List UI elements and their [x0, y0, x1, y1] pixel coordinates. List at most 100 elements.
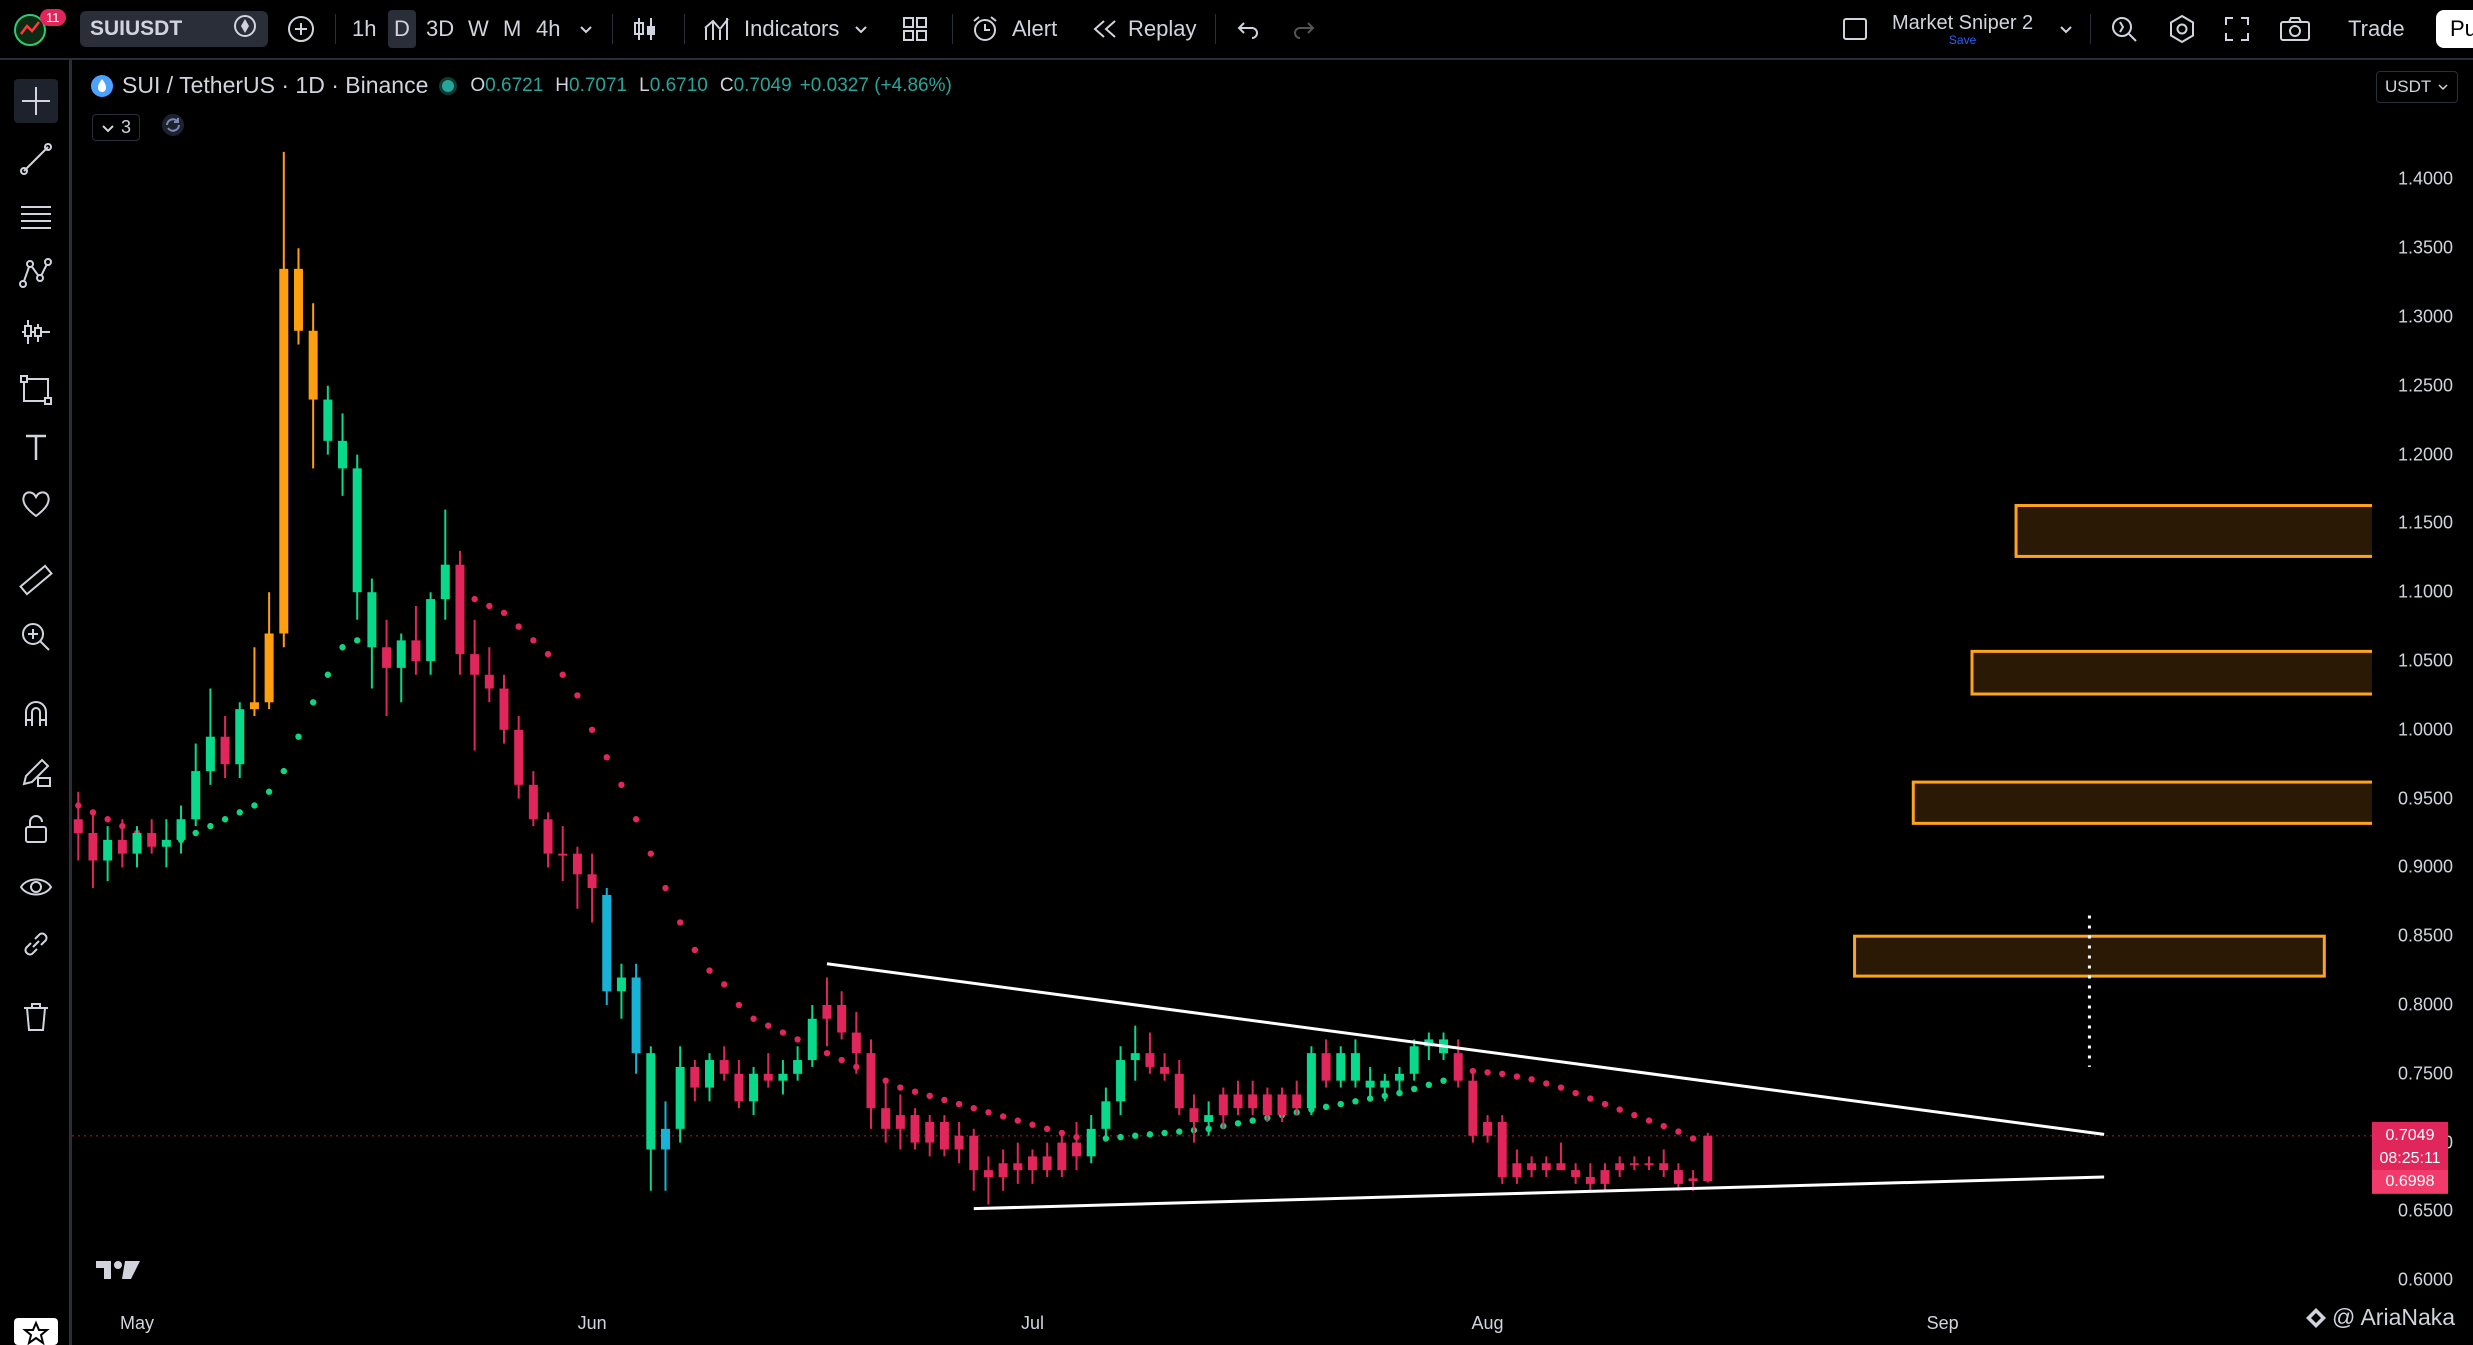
camera-icon[interactable]	[2278, 0, 2312, 58]
forecast-tool-icon[interactable]	[14, 310, 58, 354]
interval-w[interactable]: W	[468, 0, 489, 58]
magnet-icon[interactable]	[14, 692, 58, 736]
psar-dot	[1117, 1133, 1124, 1141]
candle-body	[778, 1073, 788, 1081]
psar-dot	[1543, 1080, 1550, 1087]
trash-icon[interactable]	[14, 995, 58, 1039]
lock-icon[interactable]	[14, 807, 58, 851]
publish-button[interactable]: Pu	[2436, 0, 2473, 58]
chart-type-candles-icon[interactable]	[630, 0, 660, 58]
price-tick-label: 1.2500	[2397, 375, 2453, 396]
psar-dot	[265, 788, 273, 795]
candle-body	[1204, 1115, 1214, 1122]
psar-dot	[1058, 1129, 1066, 1137]
psar-dot	[1410, 1085, 1418, 1093]
layout-chevron-down-icon[interactable]	[2058, 0, 2074, 58]
candle	[1394, 1066, 1404, 1095]
zoom-in-icon[interactable]	[14, 615, 58, 659]
candle-body	[1262, 1094, 1272, 1116]
candle	[1497, 1115, 1507, 1184]
rectangle-tool-icon[interactable]	[14, 368, 58, 412]
interval-4h[interactable]: 4h	[536, 0, 560, 58]
interval-1h[interactable]: 1h	[352, 0, 376, 58]
pencil-lock-icon[interactable]	[14, 750, 58, 794]
psar-dot	[603, 754, 610, 761]
interval-3d[interactable]: 3D	[426, 0, 454, 58]
layout-name-button[interactable]: Market Sniper 2 Save	[1892, 0, 2033, 58]
indicators-toggle[interactable]: 3	[92, 112, 186, 143]
replay-button[interactable]: Replay	[1090, 0, 1196, 58]
indicators-button[interactable]: Indicators	[702, 0, 869, 58]
chevron-down-icon	[2438, 84, 2448, 91]
candle-body	[1306, 1053, 1316, 1109]
candle-body	[1541, 1163, 1551, 1171]
candle-body	[293, 268, 303, 331]
interval-d[interactable]: D	[388, 0, 416, 58]
candle-body	[1013, 1163, 1023, 1171]
alert-button[interactable]: Alert	[970, 0, 1057, 58]
trendline-tool-icon[interactable]	[14, 137, 58, 181]
price-tick-label: 1.4000	[2397, 168, 2453, 189]
psar-dot	[530, 637, 537, 644]
fib-tool-icon[interactable]	[14, 195, 58, 239]
settings-gear-icon[interactable]	[2166, 0, 2198, 58]
candle-body	[910, 1115, 920, 1143]
add-symbol-icon[interactable]	[286, 0, 316, 58]
tradingview-logo	[94, 1258, 142, 1287]
candle-body	[235, 709, 245, 765]
symbol-search[interactable]: SUIUSDT	[80, 0, 268, 58]
interval-dropdown-icon[interactable]	[578, 0, 594, 58]
psar-dot	[794, 1036, 801, 1043]
price-chart[interactable]	[72, 60, 2372, 1345]
candle-body	[558, 853, 568, 856]
link-icon[interactable]	[14, 922, 58, 966]
candle-body	[675, 1066, 685, 1129]
redo-icon[interactable]	[1290, 0, 1318, 58]
candle-body	[1629, 1163, 1639, 1166]
ruler-icon[interactable]	[14, 558, 58, 602]
candle	[1145, 1032, 1155, 1074]
pattern-tool-icon[interactable]	[14, 252, 58, 296]
compare-icon[interactable]	[232, 13, 258, 45]
candle	[514, 716, 524, 799]
psar-dot	[309, 699, 317, 706]
chevron-down-icon	[102, 124, 114, 132]
refresh-icon[interactable]	[160, 112, 186, 143]
text-tool-icon[interactable]	[14, 425, 58, 469]
layouts-grid-icon[interactable]	[900, 0, 930, 58]
layout-checkbox-icon[interactable]	[1840, 0, 1870, 58]
bar-countdown: 08:25:11	[2379, 1149, 2441, 1167]
candle-body	[1145, 1053, 1155, 1067]
crosshair-tool-icon[interactable]	[14, 79, 58, 123]
heart-icon[interactable]	[14, 482, 58, 526]
time-tick-label: Jul	[1020, 1313, 1044, 1333]
candle	[851, 1011, 861, 1074]
psar-dot	[324, 671, 332, 678]
candle-body	[1218, 1094, 1228, 1116]
target-zone-2	[1970, 649, 2372, 696]
currency-select[interactable]: USDT	[2376, 71, 2458, 103]
quick-search-icon[interactable]	[2108, 0, 2140, 58]
candle	[338, 413, 348, 496]
eye-icon[interactable]	[14, 865, 58, 909]
candle	[910, 1108, 920, 1150]
last-price-badge: 0.7049 08:25:11 0.6998	[2372, 1122, 2448, 1194]
candle-body	[367, 592, 377, 648]
candle-body	[1527, 1163, 1537, 1171]
candle-body	[264, 633, 274, 703]
interval-m[interactable]: M	[503, 0, 521, 58]
time-tick-label: Jun	[577, 1313, 607, 1333]
candle	[1336, 1046, 1346, 1088]
candle-body	[1365, 1080, 1375, 1088]
psar-dot	[1499, 1070, 1506, 1078]
fullscreen-icon[interactable]	[2222, 0, 2252, 58]
favorites-star-icon[interactable]	[14, 1318, 58, 1345]
time-tick-label: May	[119, 1313, 155, 1333]
candle	[1659, 1149, 1669, 1177]
candle-body	[73, 819, 83, 833]
psar-dot	[632, 816, 640, 823]
candle	[205, 688, 215, 785]
trade-button[interactable]: Trade	[2332, 0, 2421, 58]
candle	[969, 1128, 979, 1191]
undo-icon[interactable]	[1234, 0, 1262, 58]
